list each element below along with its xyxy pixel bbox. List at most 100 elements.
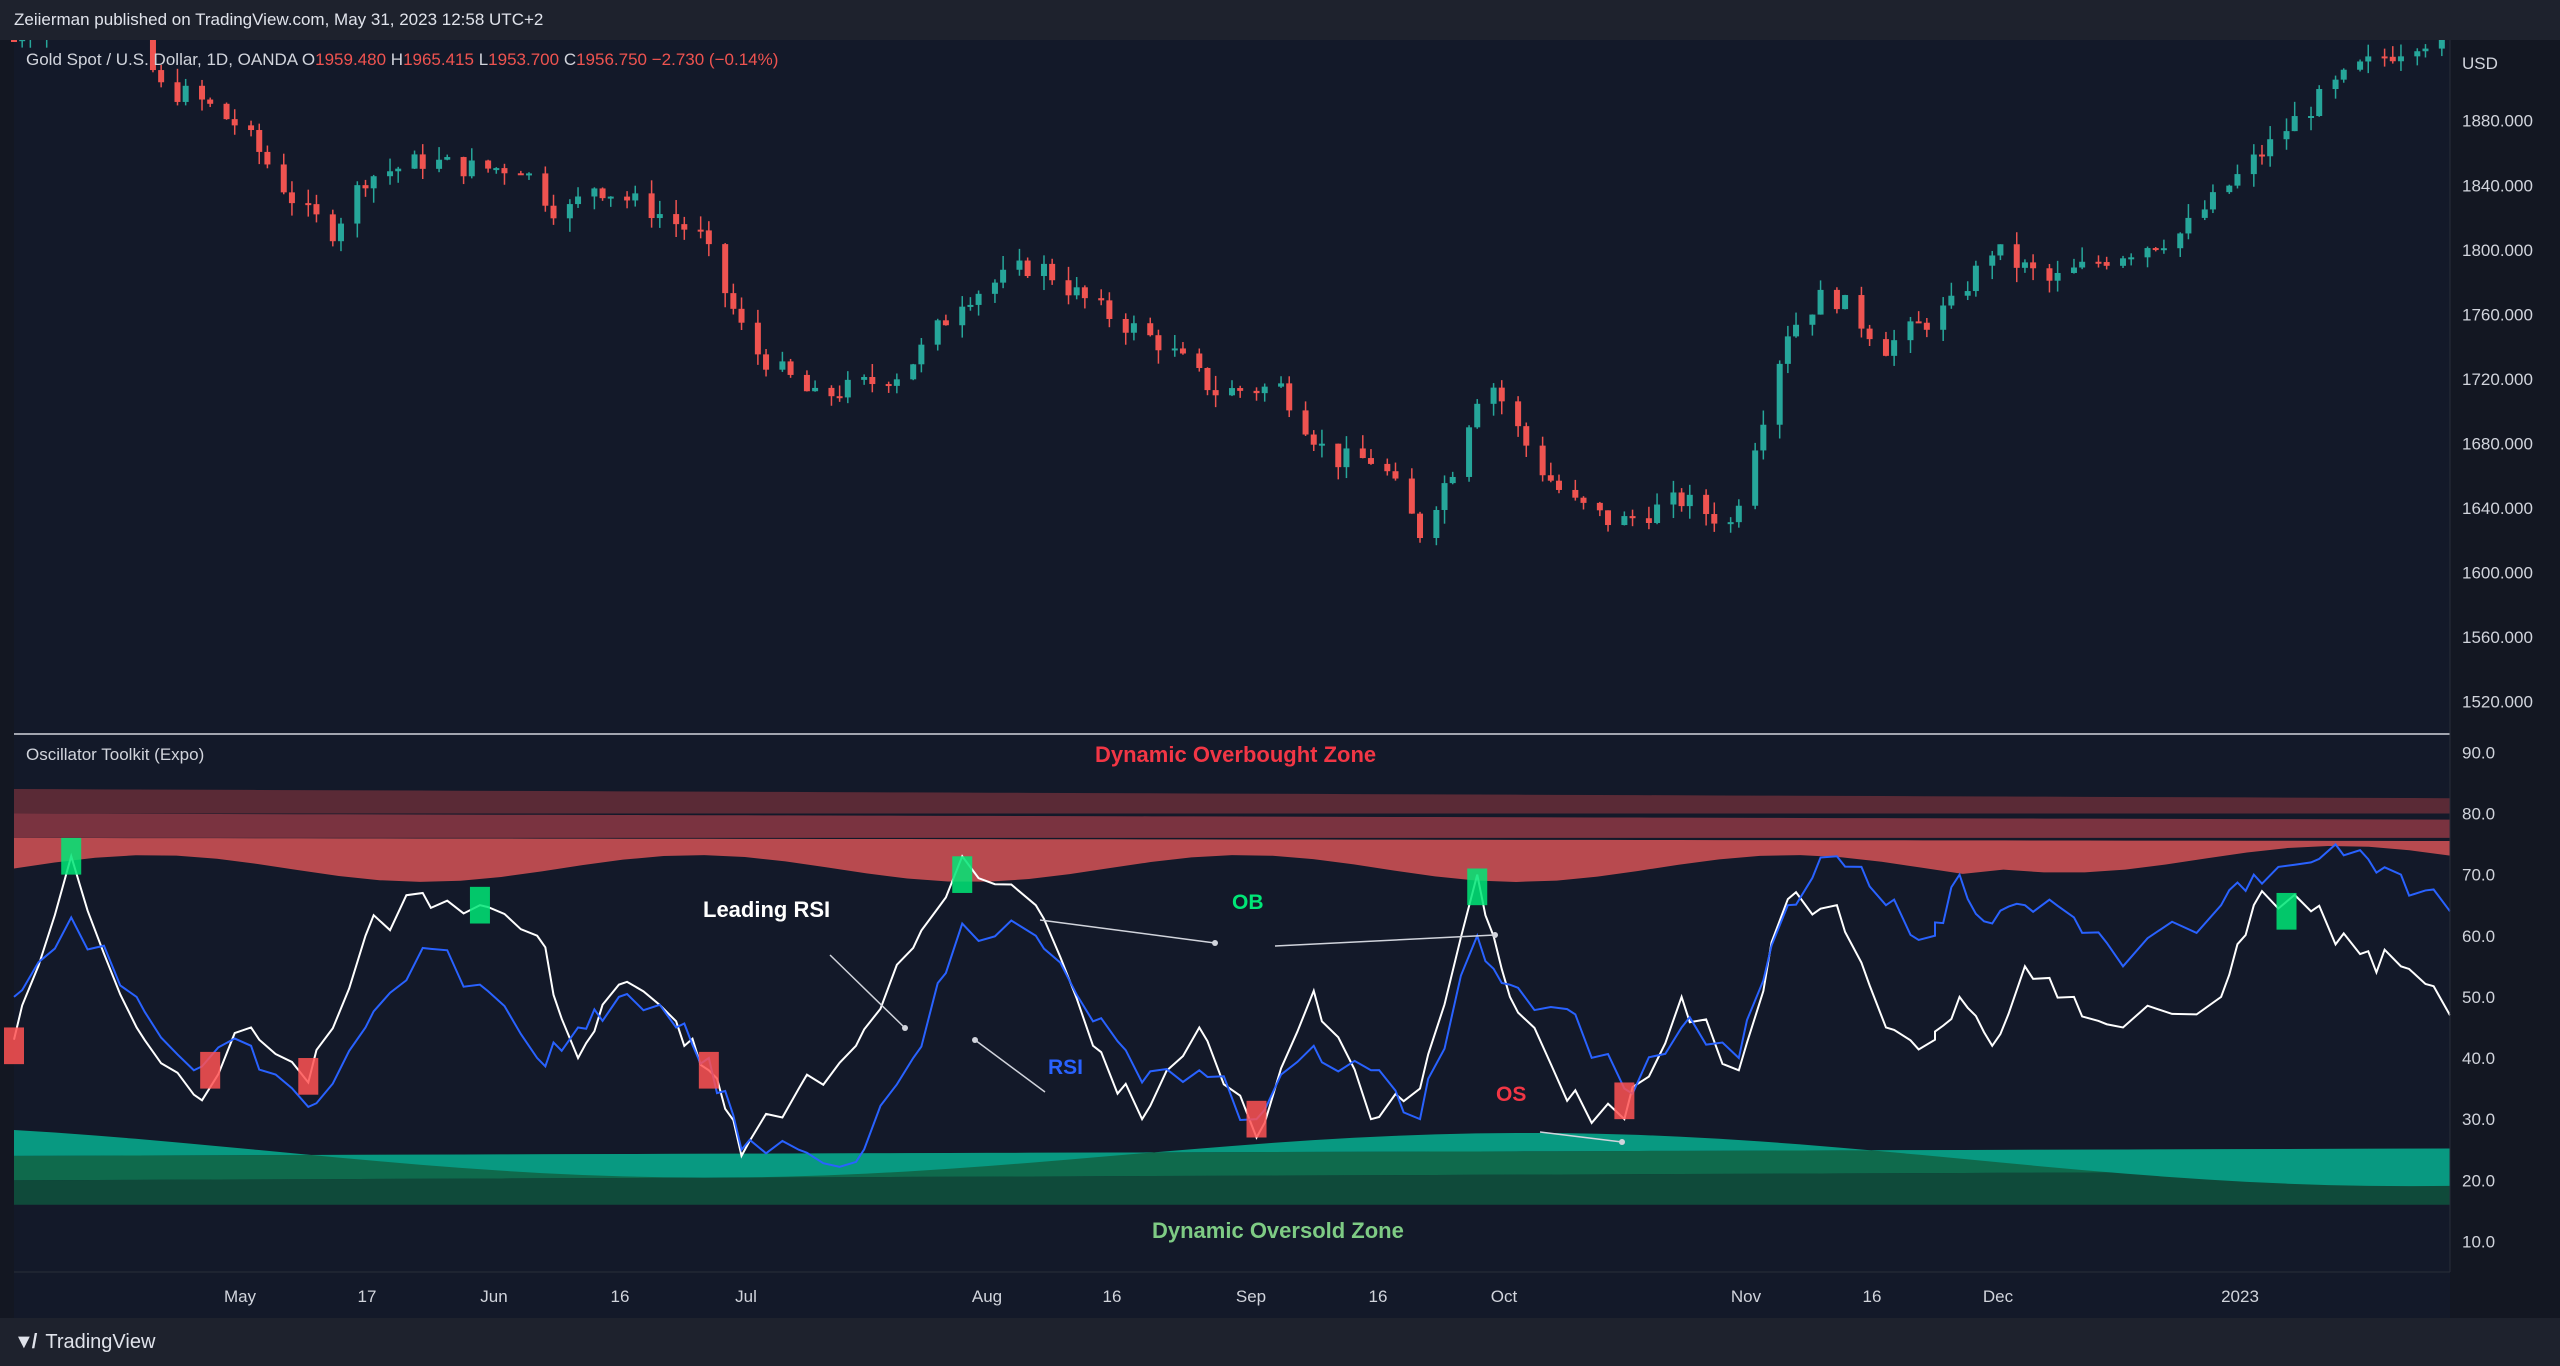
ob-marker [1467,868,1488,906]
candle-body [1515,401,1522,427]
time-tick-label: 17 [358,1287,377,1306]
rsi-label: RSI [1048,1056,1084,1079]
candle-body [1596,502,1603,511]
candle-body [869,377,876,385]
candle-body [1237,388,1244,391]
candle [1842,294,1849,310]
open-label: O [301,50,316,69]
candle-body [2414,51,2421,57]
candle-body [1580,497,1587,503]
candle-body [1866,328,1873,340]
candle-body [1253,390,1260,394]
leading-rsi-label: Leading RSI [703,897,831,922]
arrow-head [902,1025,908,1031]
candle-body [468,160,475,177]
time-tick-label: Oct [1491,1287,1518,1306]
candle-body [1555,480,1562,490]
candle-body [1842,295,1849,310]
candle-body [681,224,688,230]
candle-body [575,196,582,205]
candle-body [1024,260,1031,277]
candle-body [697,229,704,232]
candle [1024,257,1031,278]
price-tick-label: 1520.000 [2462,693,2533,712]
tradingview-logo-icon[interactable]: ▼/ [14,1331,37,1354]
candle-body [1384,463,1391,472]
candle-body [354,185,361,224]
candle-body [501,168,508,174]
candle-body [264,151,271,165]
candle-body [1408,478,1415,514]
candle-body [1433,509,1440,539]
candle-body [1392,471,1399,479]
candle-body [1752,450,1759,506]
candle-body [836,396,843,399]
candle-body [844,379,851,398]
candle-body [1833,289,1840,310]
candle-body [1318,443,1325,446]
candle-body [2185,217,2192,234]
candle-body [436,159,443,169]
candle-body [893,379,900,386]
os-label: OS [1496,1083,1527,1106]
candle-body [812,387,819,392]
oscillator-tick-label: 40.0 [2462,1049,2495,1068]
candle-body [2209,192,2216,210]
oscillator-tick-label: 70.0 [2462,866,2495,885]
candle-body [1081,287,1088,299]
candle-body [248,125,255,131]
candle-body [419,154,426,169]
candle-body [967,304,974,307]
symbol-name[interactable]: Gold Spot / U.S. Dollar, 1D, OANDA [26,50,297,69]
candle-body [19,40,26,42]
candle-body [991,282,998,294]
candle-body [182,85,189,102]
oscillator-title[interactable]: Oscillator Toolkit (Expo) [26,745,204,765]
candle-body [2357,61,2364,70]
candle-body [1572,489,1579,498]
candle-body [2340,69,2347,80]
candle-body [1760,424,1767,451]
candle-body [444,157,451,160]
candle-body [1073,287,1080,296]
candle-body [1809,314,1816,325]
candle-body [2316,89,2323,116]
candle-body [1155,335,1162,351]
oscillator-axis[interactable]: 90.0 80.0 70.0 60.0 50.0 40.0 30.0 20.0 10.0 [2462,743,2495,1251]
candle-body [542,173,549,206]
os-marker [1246,1100,1267,1138]
candle-body [1449,476,1456,484]
time-tick-label: Aug [972,1287,1002,1306]
candle-body [2438,40,2445,49]
candle-body [2397,56,2404,62]
candle-body [1212,390,1219,396]
candle-body [959,306,966,326]
candle-body [280,164,287,193]
candle-body [256,130,263,152]
candle-body [934,320,941,345]
candle-body [2250,154,2257,175]
candle-body [1882,339,1889,356]
footer-logo-text[interactable]: TradingView [45,1331,155,1354]
candle-body [1310,434,1317,445]
candle-body [1367,458,1374,464]
oscillator-tick-label: 30.0 [2462,1110,2495,1129]
price-tick-label: 1640.000 [2462,499,2533,518]
candle-body [1466,427,1473,477]
chart-canvas[interactable]: USD1880.0001840.0001800.0001760.0001720.… [0,40,2560,1318]
candle [1752,442,1759,510]
candle-body [550,205,557,219]
candle-body [2422,48,2429,52]
candle-body [1964,291,1971,296]
candle-body [1621,516,1628,526]
candle-body [975,293,982,305]
candle [1466,425,1473,482]
candle-body [2283,131,2290,140]
candle-body [1179,348,1186,354]
candle-body [1907,321,1914,341]
footer-bar: ▼/ TradingView [0,1318,2560,1366]
candle-body [460,157,467,177]
candle-body [918,344,925,365]
oscillator-tick-label: 20.0 [2462,1171,2495,1190]
candle-body [2381,56,2388,59]
